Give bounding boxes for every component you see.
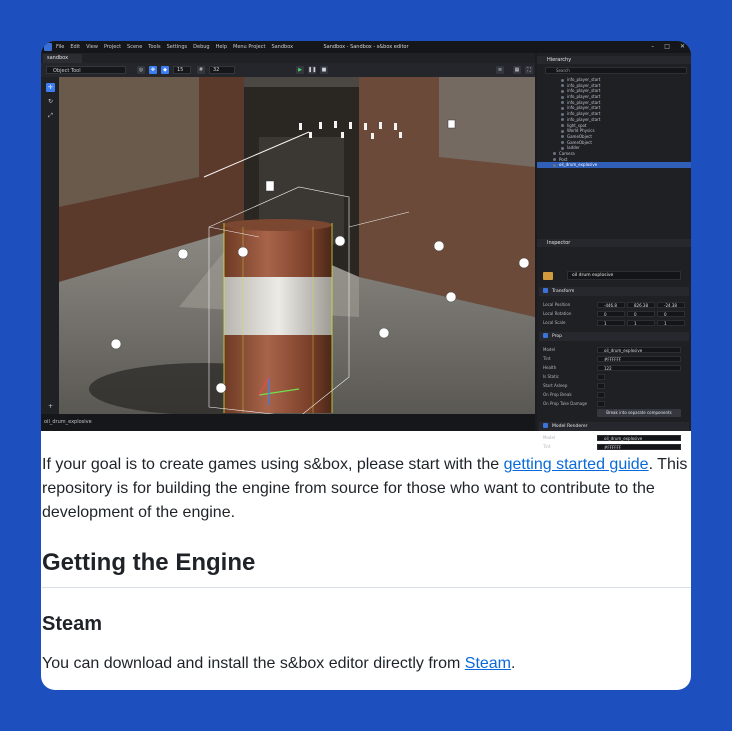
object-name-field[interactable]: oil drum explosive: [567, 271, 681, 280]
status-bar: oil_drum_explosive: [41, 414, 535, 431]
maximize-icon[interactable]: □: [664, 41, 670, 53]
prop-value[interactable]: 122: [597, 364, 681, 371]
gameobject-icon: [561, 101, 564, 105]
scale-z[interactable]: 1: [657, 319, 685, 326]
step-field[interactable]: 32: [209, 66, 235, 74]
viewport-render: [59, 77, 535, 414]
rotation-z[interactable]: 0: [657, 310, 685, 317]
minimize-icon[interactable]: –: [651, 41, 654, 53]
prop-value[interactable]: oil_drum_explosive: [597, 346, 681, 353]
prop-row: On Prop Break: [537, 390, 691, 399]
steam-paragraph: You can download and install the s&box e…: [42, 655, 516, 672]
readme-card: File Edit View Project Scene Tools Settings Deb…: [41, 41, 691, 690]
scale-y[interactable]: 1: [627, 319, 655, 326]
gameobject-icon: [561, 95, 564, 99]
gameobject-icon: [561, 118, 564, 122]
editor-screenshot: File Edit View Project Scene Tools Settings Deb…: [41, 41, 691, 450]
prop-row: On Prop Take Damage: [537, 399, 691, 408]
inspector-title: Inspector: [547, 240, 571, 246]
gameobject-icon: [561, 146, 564, 150]
steam-link[interactable]: Steam: [465, 655, 511, 672]
select-tool-icon[interactable]: ✛: [46, 83, 55, 92]
position-row: Local Position -446.8 826.38 -24.38: [537, 300, 691, 309]
position-x[interactable]: -446.8: [597, 301, 625, 308]
gizmo-icon[interactable]: ◎: [137, 66, 145, 74]
gameobject-icon: [561, 129, 564, 133]
gameobject-icon: [561, 135, 564, 139]
gameobject-icon: [553, 163, 556, 167]
hierarchy-list: info_player_start info_player_start info_p…: [537, 77, 691, 168]
gameobject-icon: [553, 152, 556, 156]
local-space-icon[interactable]: ◆: [161, 66, 169, 74]
rotate-tool-icon[interactable]: ↻: [46, 97, 55, 106]
fullscreen-icon[interactable]: ⛶: [525, 66, 533, 74]
editor-menubar: File Edit View Project Scene Tools Settings Deb…: [41, 41, 691, 53]
gameobject-icon: [561, 112, 564, 116]
side-toolbar: ✛ ↻ ⤢ +: [41, 77, 59, 414]
rotation-row: Local Rotation 0 0 0: [537, 309, 691, 318]
scale-x[interactable]: 1: [597, 319, 625, 326]
grid-size-field[interactable]: 15: [173, 66, 191, 74]
window-controls: – □ ✕: [651, 41, 685, 53]
prop-row: Health 122: [537, 363, 691, 372]
inspector-header: Inspector: [537, 239, 691, 247]
rotation-y[interactable]: 0: [627, 310, 655, 317]
scale-row: Local Scale 1 1 1: [537, 318, 691, 327]
window-title: Sandbox - Sandbox - s&box editor: [323, 44, 409, 50]
rotation-x[interactable]: 0: [597, 310, 625, 317]
prop-row: Start Asleep: [537, 381, 691, 390]
gameobject-icon: [561, 106, 564, 110]
checkbox[interactable]: [597, 400, 605, 407]
section-heading: Getting the Engine: [42, 549, 256, 576]
prop-row: Tint #FFFFFF: [537, 354, 691, 363]
intro-paragraph: If your goal is to create games using s&…: [42, 456, 688, 521]
transform-icon: [543, 288, 548, 293]
heading-divider: [42, 587, 691, 588]
move-icon[interactable]: ✥: [149, 66, 157, 74]
scene-tab[interactable]: sandbox: [43, 54, 83, 63]
stop-icon[interactable]: ■: [320, 66, 328, 74]
checkbox[interactable]: [597, 391, 605, 398]
gameobject-icon: [561, 124, 564, 127]
add-icon[interactable]: +: [46, 402, 55, 411]
scene-viewport[interactable]: [59, 77, 535, 414]
checkbox[interactable]: [597, 382, 605, 389]
break-components-button[interactable]: Break into separate components: [597, 409, 681, 417]
tool-select[interactable]: Object Tool: [46, 66, 126, 74]
scale-tool-icon[interactable]: ⤢: [46, 111, 55, 120]
gameobject-icon: [561, 89, 564, 93]
gameobject-icon: [553, 158, 556, 162]
position-z[interactable]: -24.38: [657, 301, 685, 308]
pause-icon[interactable]: ❚❚: [308, 66, 316, 74]
model-renderer-section-header[interactable]: Model Renderer: [539, 422, 689, 431]
hierarchy-search-input[interactable]: Search: [545, 67, 687, 74]
hierarchy-item[interactable]: oil_drum_explosive: [537, 162, 691, 168]
transform-section-header[interactable]: Transform: [539, 287, 689, 296]
viewport-toolbar: Object Tool ◎ ✥ ◆ 15 # 32 ▶ ❚❚ ■ ≋ ▦ ⛶: [41, 63, 535, 77]
checkbox[interactable]: [597, 373, 605, 380]
steam-subheading: Steam: [42, 613, 103, 635]
gameobject-icon: [561, 84, 564, 88]
hierarchy-title: Hierarchy: [547, 57, 572, 63]
object-icon: [543, 272, 553, 280]
prop-value[interactable]: #FFFFFF: [597, 355, 681, 362]
readme-content: If your goal is to create games using s&…: [41, 431, 691, 690]
prop-icon: [543, 333, 548, 338]
grid-icon[interactable]: #: [197, 66, 205, 74]
gameobject-icon: [561, 141, 564, 145]
prop-row: Is Static: [537, 372, 691, 381]
prop-row: Model oil_drum_explosive: [537, 345, 691, 354]
model-renderer-icon: [543, 423, 548, 428]
wifi-icon[interactable]: ≋: [496, 66, 504, 74]
position-y[interactable]: 826.38: [627, 301, 655, 308]
close-icon[interactable]: ✕: [680, 41, 685, 53]
gameobject-icon: [561, 78, 564, 82]
layout-icon[interactable]: ▦: [513, 66, 521, 74]
hierarchy-header: Hierarchy: [537, 56, 691, 64]
getting-started-link[interactable]: getting started guide: [504, 456, 649, 473]
play-icon[interactable]: ▶: [296, 66, 304, 74]
right-panel: Hierarchy Search info_player_start info_p…: [537, 53, 691, 450]
prop-section-header[interactable]: Prop: [539, 332, 689, 341]
scene-tabbar: sandbox: [41, 53, 535, 63]
